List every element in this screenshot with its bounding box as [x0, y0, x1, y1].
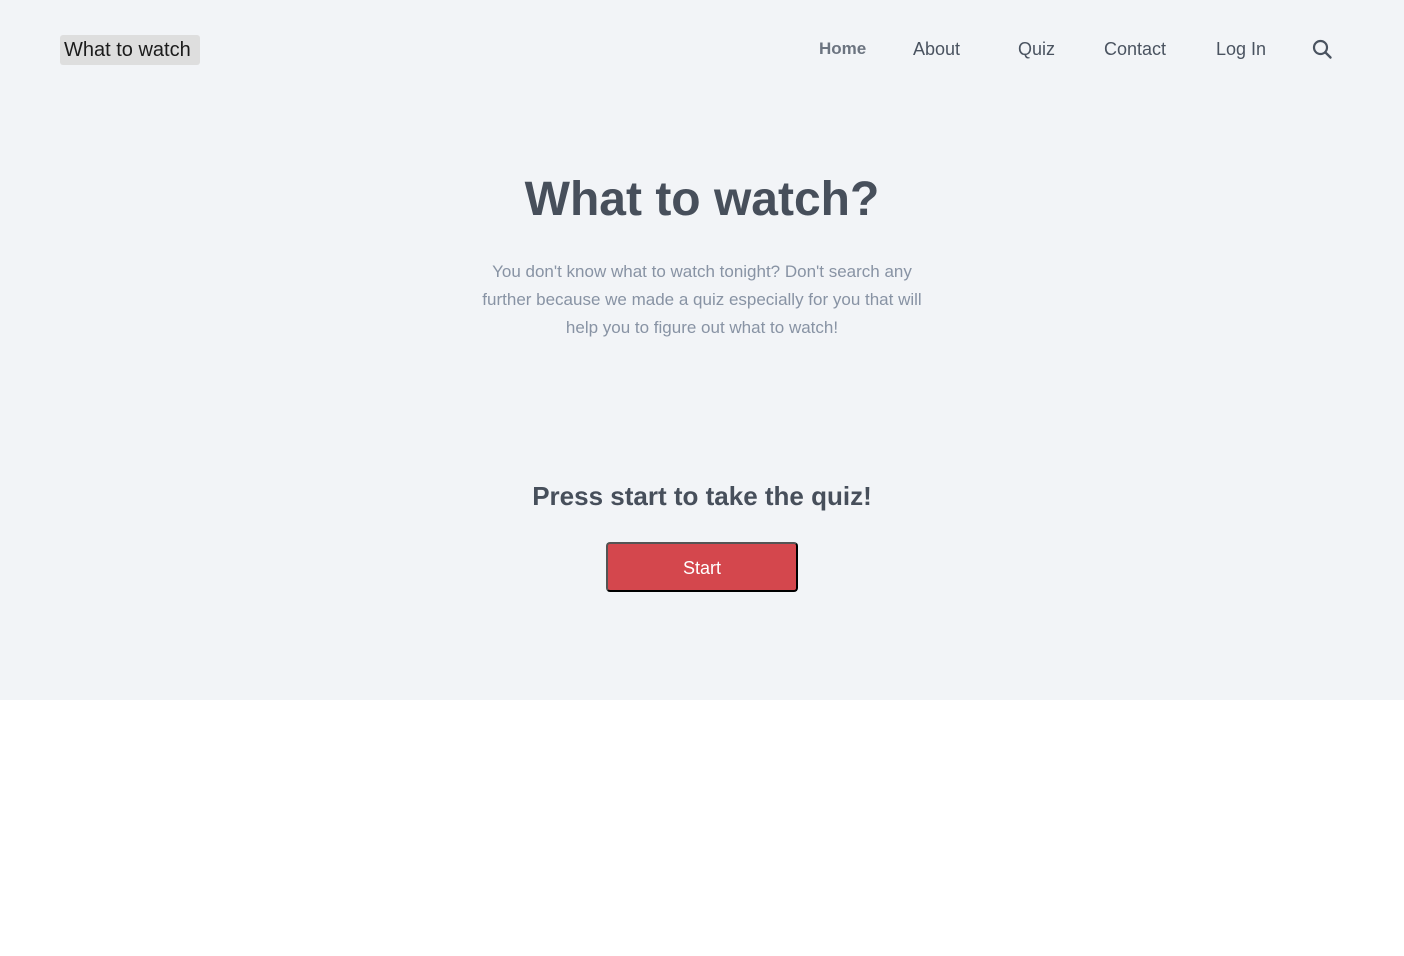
nav-link-quiz[interactable]: Quiz — [1018, 37, 1055, 61]
hero-section: What to watch Home About Quiz Contact Lo… — [0, 0, 1404, 700]
page-title: What to watch? — [524, 173, 880, 226]
start-button[interactable]: Start — [606, 542, 798, 592]
nav-link-contact[interactable]: Contact — [1104, 37, 1166, 61]
quiz-prompt: Press start to take the quiz! — [532, 481, 872, 511]
search-icon[interactable] — [1311, 38, 1333, 60]
brand-logo[interactable]: What to watch — [60, 35, 200, 65]
nav-link-home[interactable]: Home — [819, 37, 866, 61]
hero-description: You don't know what to watch tonight? Do… — [482, 262, 922, 337]
nav-link-login[interactable]: Log In — [1216, 37, 1266, 61]
nav-link-about[interactable]: About — [913, 37, 960, 61]
